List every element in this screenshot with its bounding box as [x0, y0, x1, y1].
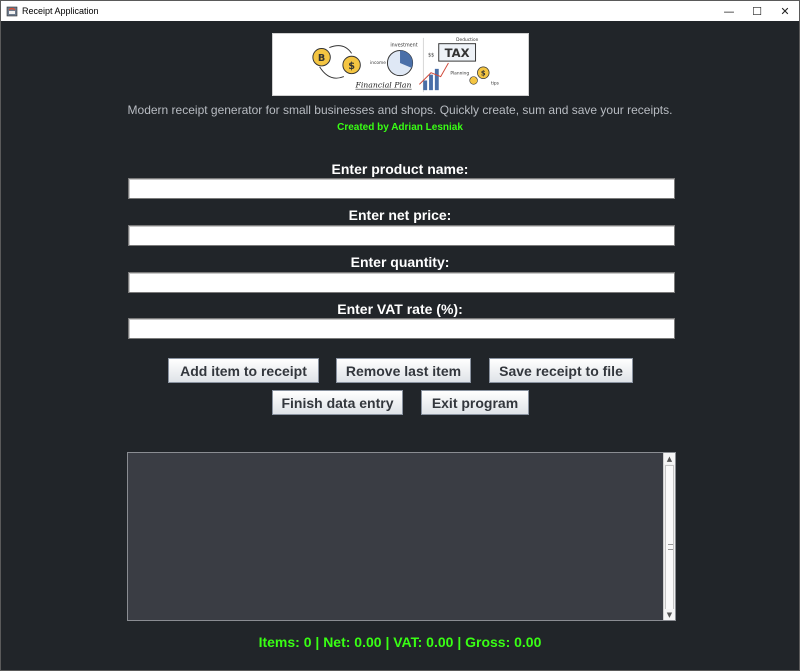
add-item-button[interactable]: Add item to receipt [168, 358, 319, 383]
svg-text:$: $ [481, 70, 486, 78]
receipt-text-area[interactable]: ▲ ▼ [127, 452, 676, 621]
dollar-coin-icon: $ [342, 55, 361, 75]
quantity-input[interactable] [128, 272, 675, 293]
financial-plan-banner: B $ investment income Financial Plan $$ … [272, 33, 529, 96]
net-price-input[interactable] [128, 225, 675, 246]
svg-text:TAX: TAX [445, 46, 470, 60]
finish-data-entry-button[interactable]: Finish data entry [272, 390, 403, 415]
svg-text:$$: $$ [428, 52, 434, 58]
vertical-scrollbar[interactable]: ▲ ▼ [663, 453, 675, 620]
svg-text:Deduction: Deduction [456, 37, 478, 43]
svg-text:Planning: Planning [450, 71, 469, 77]
author-credit: Created by Adrian Lesniak [337, 122, 463, 133]
bar-chart-icon [419, 62, 449, 91]
svg-text:Financial Plan: Financial Plan [354, 80, 411, 89]
svg-text:$: $ [348, 61, 355, 72]
java-app-icon [6, 6, 18, 17]
svg-text:B: B [318, 53, 325, 64]
bitcoin-coin-icon: B [312, 48, 331, 67]
window-title: Receipt Application [22, 6, 99, 16]
svg-text:income: income [370, 60, 386, 66]
save-receipt-button[interactable]: Save receipt to file [489, 358, 633, 383]
scroll-up-arrow-icon[interactable]: ▲ [664, 453, 675, 464]
minimize-icon: — [723, 4, 735, 18]
product-name-input[interactable] [128, 178, 675, 199]
vat-rate-input[interactable] [128, 318, 675, 339]
exit-program-button[interactable]: Exit program [421, 390, 529, 415]
maximize-button[interactable]: ☐ [743, 1, 771, 21]
scrollbar-grip-icon [668, 544, 673, 550]
scrollbar-thumb[interactable] [665, 465, 674, 610]
close-button[interactable]: ✕ [771, 1, 799, 21]
window-controls: — ☐ ✕ [715, 1, 799, 21]
close-icon: ✕ [780, 4, 790, 18]
product-name-label: Enter product name: [331, 161, 469, 177]
svg-text:tips: tips [491, 80, 500, 86]
maximize-icon: ☐ [752, 4, 762, 18]
tax-board-icon: TAX [438, 43, 477, 62]
title-bar[interactable]: Receipt Application — ☐ ✕ [1, 1, 799, 21]
net-price-label: Enter net price: [348, 207, 452, 223]
minimize-button[interactable]: — [715, 1, 743, 21]
app-tagline: Modern receipt generator for small busin… [127, 103, 673, 117]
quantity-label: Enter quantity: [350, 254, 450, 270]
app-window: Receipt Application — ☐ ✕ B $ investment… [0, 0, 800, 671]
svg-text:investment: investment [390, 43, 417, 49]
receipt-summary: Items: 0 | Net: 0.00 | VAT: 0.00 | Gross… [258, 634, 542, 650]
vat-rate-label: Enter VAT rate (%): [337, 301, 463, 317]
scroll-down-arrow-icon[interactable]: ▼ [664, 609, 675, 620]
remove-last-item-button[interactable]: Remove last item [336, 358, 471, 383]
pie-chart-icon [386, 49, 414, 77]
